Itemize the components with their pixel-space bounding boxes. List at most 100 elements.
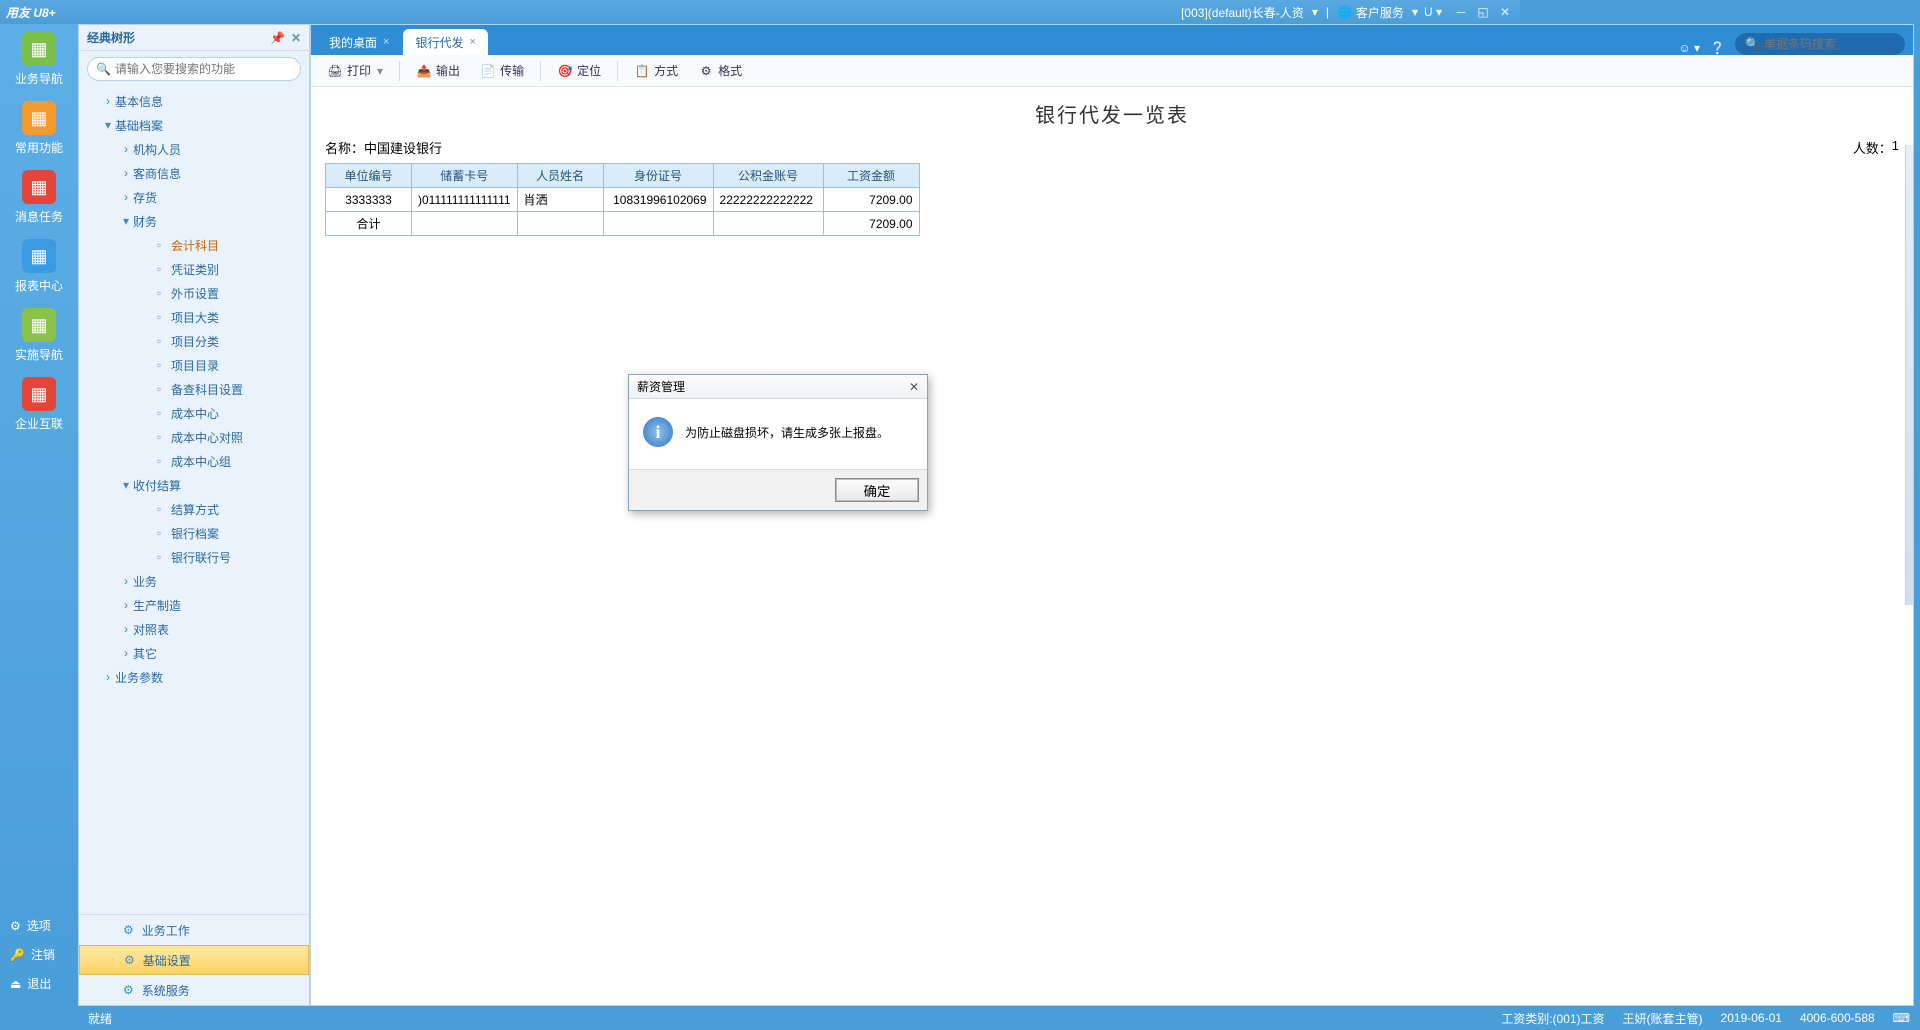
twisty-icon[interactable]: ›: [119, 190, 133, 204]
doc-icon: ▫: [151, 549, 167, 565]
format-button[interactable]: ⚙格式: [690, 60, 750, 81]
dialog-salary: 薪资管理 ✕ i 为防止磁盘损坏，请生成多张上报盘。 确定: [628, 374, 928, 511]
locate-button[interactable]: 🎯定位: [549, 60, 609, 81]
tree-node[interactable]: ▾基础档案: [79, 113, 309, 137]
account-info[interactable]: [003](default)长春-人资: [1181, 4, 1304, 21]
service-link[interactable]: 客户服务: [1356, 4, 1404, 21]
tree-bottom-tab[interactable]: ⚙基础设置: [79, 945, 309, 975]
twisty-icon[interactable]: ▾: [101, 118, 115, 132]
rail-item-1[interactable]: ▦常用功能: [0, 93, 78, 162]
tree-node[interactable]: ▫结算方式: [79, 497, 309, 521]
table-row[interactable]: 3333333)011111111111111肖洒108319961020692…: [326, 188, 920, 212]
tree-search[interactable]: 🔍: [87, 57, 301, 81]
twisty-icon[interactable]: ▾: [119, 214, 133, 228]
twisty-icon[interactable]: ›: [119, 574, 133, 588]
transfer-button[interactable]: 📄传输: [472, 60, 532, 81]
twisty-icon[interactable]: ›: [119, 598, 133, 612]
print-button[interactable]: 🖨打印▾: [319, 60, 391, 81]
twisty-icon[interactable]: ›: [101, 94, 115, 108]
col-header[interactable]: 人员姓名: [517, 164, 603, 188]
tab[interactable]: 我的桌面×: [317, 29, 401, 55]
twisty-icon[interactable]: ›: [119, 142, 133, 156]
tree-search-input[interactable]: [115, 62, 292, 76]
tree-label: 对照表: [133, 621, 169, 638]
tree-node[interactable]: ▫银行联行号: [79, 545, 309, 569]
pin-icon[interactable]: 📌: [270, 31, 285, 45]
tree-label: 生产制造: [133, 597, 181, 614]
count-label: 人数：: [1853, 138, 1892, 157]
tab-close-icon[interactable]: ×: [469, 36, 475, 48]
mode-button[interactable]: 📋方式: [626, 60, 686, 81]
rail-footer-exit[interactable]: ⏏退出: [0, 969, 78, 998]
tree-node[interactable]: ▫项目分类: [79, 329, 309, 353]
window-minimize-icon[interactable]: ─: [1452, 4, 1470, 20]
global-search[interactable]: 🔍: [1735, 33, 1905, 55]
scrollbar[interactable]: [1905, 145, 1913, 605]
twisty-icon[interactable]: ›: [119, 622, 133, 636]
tree-node[interactable]: ›生产制造: [79, 593, 309, 617]
rail-item-2[interactable]: ▦消息任务: [0, 162, 78, 231]
dialog-close-icon[interactable]: ✕: [909, 380, 919, 394]
col-header[interactable]: 储蓄卡号: [412, 164, 518, 188]
help-icon[interactable]: ❔: [1710, 41, 1725, 55]
tree-node[interactable]: ▾收付结算: [79, 473, 309, 497]
target-icon: 🎯: [557, 63, 573, 79]
data-grid[interactable]: 单位编号储蓄卡号人员姓名身份证号公积金账号工资金额 3333333)011111…: [325, 163, 920, 236]
rail-item-5[interactable]: ▦企业互联: [0, 369, 78, 438]
col-header[interactable]: 身份证号: [603, 164, 713, 188]
tree-close-icon[interactable]: ✕: [291, 31, 301, 45]
tree-node[interactable]: ›机构人员: [79, 137, 309, 161]
output-button[interactable]: 📤输出: [408, 60, 468, 81]
window-close-icon[interactable]: ✕: [1496, 4, 1514, 20]
rail-item-3[interactable]: ▦报表中心: [0, 231, 78, 300]
export-icon: 📤: [416, 63, 432, 79]
col-header[interactable]: 工资金额: [823, 164, 919, 188]
tree-node[interactable]: ›业务参数: [79, 665, 309, 689]
account-dropdown-icon[interactable]: ▾: [1312, 5, 1318, 19]
tree-node[interactable]: ▫项目大类: [79, 305, 309, 329]
tree-node[interactable]: ▫凭证类别: [79, 257, 309, 281]
status-date: 2019-06-01: [1721, 1011, 1782, 1025]
main-area: 我的桌面×银行代发× ☺ ▾ ❔ 🔍 🖨打印▾ 📤输出 📄传输 🎯定位 📋方式 …: [310, 24, 1914, 1006]
tree-node[interactable]: ›存货: [79, 185, 309, 209]
rail-item-0[interactable]: ▦业务导航: [0, 24, 78, 93]
global-search-input[interactable]: [1764, 37, 1919, 51]
twisty-icon[interactable]: ▾: [119, 478, 133, 492]
rail-item-4[interactable]: ▦实施导航: [0, 300, 78, 369]
twisty-icon[interactable]: ›: [119, 166, 133, 180]
tree-bottom-tab[interactable]: ⚙业务工作: [79, 915, 309, 945]
window-restore-icon[interactable]: ◱: [1474, 4, 1492, 20]
rail-footer-gear[interactable]: ⚙选项: [0, 911, 78, 940]
col-header[interactable]: 公积金账号: [713, 164, 823, 188]
tree-node[interactable]: ▫项目目录: [79, 353, 309, 377]
rail-icon: ▦: [22, 170, 56, 204]
col-header[interactable]: 单位编号: [326, 164, 412, 188]
twisty-icon[interactable]: ›: [101, 670, 115, 684]
tab[interactable]: 银行代发×: [403, 29, 487, 55]
rail-footer-key[interactable]: 🔑注销: [0, 940, 78, 969]
service-dropdown-icon[interactable]: ▾: [1412, 5, 1418, 19]
tree-node[interactable]: ▫会计科目: [79, 233, 309, 257]
key-icon: 🔑: [10, 948, 25, 962]
smile-icon[interactable]: ☺ ▾: [1678, 41, 1700, 55]
tree-node[interactable]: ▫银行档案: [79, 521, 309, 545]
tree-node[interactable]: ›基本信息: [79, 89, 309, 113]
keyboard-icon[interactable]: ⌨: [1893, 1011, 1910, 1025]
tree-node[interactable]: ›客商信息: [79, 161, 309, 185]
tree-node[interactable]: ▫成本中心对照: [79, 425, 309, 449]
tree-node[interactable]: ›其它: [79, 641, 309, 665]
tree-node[interactable]: ›对照表: [79, 617, 309, 641]
tab-close-icon[interactable]: ×: [383, 36, 389, 48]
tree-node[interactable]: ▫备查科目设置: [79, 377, 309, 401]
tree-node[interactable]: ▫成本中心组: [79, 449, 309, 473]
doc-icon: ▫: [151, 525, 167, 541]
tree-node[interactable]: ▾财务: [79, 209, 309, 233]
tree-node[interactable]: ▫外币设置: [79, 281, 309, 305]
twisty-icon[interactable]: ›: [119, 646, 133, 660]
tree-bottom-tab[interactable]: ⚙系统服务: [79, 975, 309, 1005]
tree-node[interactable]: ▫成本中心: [79, 401, 309, 425]
tree-node[interactable]: ›业务: [79, 569, 309, 593]
chevron-down-icon[interactable]: ▾: [377, 64, 383, 78]
ok-button[interactable]: 确定: [835, 478, 919, 502]
tree-body[interactable]: ›基本信息▾基础档案›机构人员›客商信息›存货▾财务▫会计科目▫凭证类别▫外币设…: [79, 87, 309, 914]
